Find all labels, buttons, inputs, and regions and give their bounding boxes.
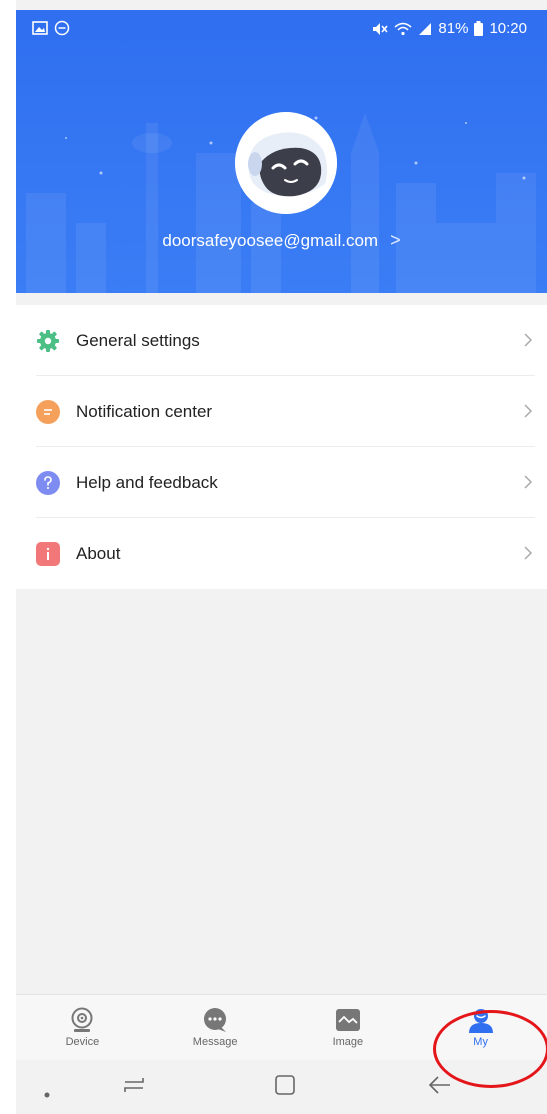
- status-right-icons: 81% 10:20: [372, 20, 527, 37]
- menu-item-help-and-feedback[interactable]: Help and feedback: [16, 447, 547, 518]
- battery-percent: 81%: [438, 20, 469, 37]
- tab-image[interactable]: Image: [282, 995, 415, 1060]
- settings-menu: General settings Notification center Hel…: [16, 305, 547, 589]
- image-icon: [335, 1007, 361, 1033]
- chevron-right-icon: [523, 541, 533, 567]
- my-screen: 81% 10:20 doorsafeyoosee@gmail.com > Gen…: [16, 0, 547, 1114]
- robot-avatar-icon: [235, 112, 337, 214]
- highlight-annotation-circle: [433, 1010, 547, 1088]
- menu-item-about[interactable]: About: [16, 518, 547, 589]
- status-bar: 81% 10:20: [16, 10, 547, 50]
- menu-item-label: About: [76, 543, 121, 563]
- camera-icon: [69, 1007, 95, 1033]
- menu-item-label: Notification center: [76, 401, 213, 421]
- signal-icon: [419, 22, 432, 35]
- tab-label: Message: [192, 1036, 238, 1048]
- menu-item-label: General settings: [76, 330, 200, 350]
- avatar[interactable]: [235, 112, 337, 214]
- chevron-right-icon: [523, 399, 533, 425]
- info-icon: [36, 541, 60, 566]
- chevron-right-icon: [523, 328, 533, 354]
- recent-apps-icon[interactable]: [123, 1074, 145, 1102]
- mute-icon: [373, 22, 389, 35]
- back-icon[interactable]: [428, 1074, 452, 1102]
- account-email-link[interactable]: doorsafeyoosee@gmail.com >: [16, 230, 547, 251]
- tab-label: Image: [332, 1036, 364, 1048]
- chevron-right-icon: >: [390, 230, 401, 250]
- message-icon: [36, 399, 60, 424]
- chevron-right-icon: [523, 470, 533, 496]
- menu-item-label: Help and feedback: [76, 472, 218, 492]
- dot-icon: [44, 1078, 50, 1104]
- profile-header: 81% 10:20 doorsafeyoosee@gmail.com >: [16, 10, 547, 293]
- tab-message[interactable]: Message: [149, 995, 282, 1060]
- home-icon[interactable]: [274, 1074, 296, 1102]
- tab-label: Device: [65, 1036, 100, 1048]
- chat-icon: [202, 1007, 228, 1033]
- help-icon: [36, 470, 60, 495]
- menu-item-general-settings[interactable]: General settings: [16, 305, 547, 376]
- gallery-notification-icon: [32, 21, 48, 35]
- do-not-disturb-icon: [54, 20, 70, 36]
- wifi-icon: [394, 22, 412, 35]
- account-email: doorsafeyoosee@gmail.com: [162, 231, 379, 250]
- gear-icon: [36, 329, 60, 353]
- menu-item-notification-center[interactable]: Notification center: [16, 376, 547, 447]
- tab-device[interactable]: Device: [16, 995, 149, 1060]
- status-left-icons: [32, 20, 70, 36]
- battery-icon: [474, 21, 484, 36]
- status-time: 10:20: [489, 20, 527, 37]
